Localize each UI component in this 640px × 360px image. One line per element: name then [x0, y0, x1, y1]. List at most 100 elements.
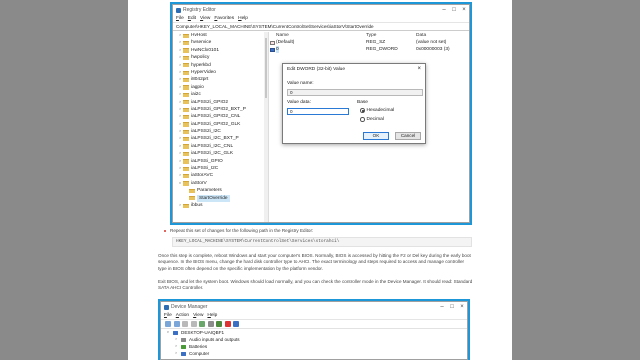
update-driver-icon[interactable]: [216, 321, 222, 327]
forward-icon[interactable]: [173, 321, 180, 327]
dm-menu-bar: File Action View Help: [161, 312, 467, 320]
tree-key[interactable]: > HvHost: [173, 32, 268, 39]
back-icon[interactable]: [165, 321, 171, 327]
value-name: 0: [276, 46, 279, 53]
add-device-icon[interactable]: [233, 321, 239, 327]
tree-key[interactable]: > iai2c: [173, 91, 268, 98]
dialog-close-icon[interactable]: ×: [417, 64, 421, 75]
tree-key[interactable]: > hyperkbd: [173, 62, 268, 69]
cancel-button[interactable]: Cancel: [395, 132, 421, 140]
tree-key[interactable]: Parameters: [173, 187, 268, 194]
menu-help[interactable]: Help: [238, 16, 248, 21]
menu-file[interactable]: File: [164, 313, 172, 318]
folder-icon: [183, 100, 189, 105]
device-node[interactable]: v DESKTOP-UAIQBF1: [167, 329, 467, 336]
tree-key[interactable]: > HwNClx0101: [173, 47, 268, 54]
folder-icon: [183, 129, 189, 134]
hexadecimal-label: Hexadecimal: [366, 108, 395, 113]
close-icon[interactable]: ×: [457, 302, 467, 312]
uninstall-icon[interactable]: [224, 321, 231, 327]
device-manager-icon: [164, 304, 169, 310]
tree-key-label: iaLPSS2i_I2C_CNL: [191, 143, 234, 149]
tree-key[interactable]: > iaLPSS2i_GPIO2_BXT_P: [173, 106, 268, 113]
tree-key[interactable]: > iaLPSS2i_I2C_CNL: [173, 143, 268, 150]
folder-icon: [183, 107, 189, 112]
menu-file[interactable]: File: [176, 16, 184, 21]
tree-key[interactable]: > hwpolicy: [173, 54, 268, 61]
tree-key[interactable]: v iaStorV: [173, 180, 268, 187]
value-data-field[interactable]: 0: [287, 108, 349, 115]
tree-key-label: Parameters: [197, 188, 222, 194]
hexadecimal-radio[interactable]: Hexadecimal: [360, 108, 394, 113]
dialog-title: Edit DWORD (32-bit) Value: [287, 67, 346, 72]
tree-key[interactable]: > i8042prt: [173, 76, 268, 83]
bullet-item: Repeat this set of changes for the follo…: [164, 228, 464, 234]
tree-key-label: HvHost: [191, 33, 207, 38]
decimal-label: Decimal: [366, 117, 384, 122]
paragraph-exit-bios: Exit BIOS, and let the system boot. Wind…: [158, 279, 473, 291]
device-node[interactable]: > Computer: [167, 350, 467, 357]
tree-key[interactable]: > iaLPSS2i_I2C_GLK: [173, 150, 268, 157]
tree-key[interactable]: > hvservice: [173, 39, 268, 46]
tree-key[interactable]: > iaLPSS2i_GPIO2: [173, 99, 268, 106]
folder-icon: [183, 137, 189, 142]
registry-app-icon: [176, 7, 181, 13]
folder-icon: [183, 144, 189, 149]
minimize-icon[interactable]: –: [437, 302, 447, 312]
properties-icon[interactable]: [182, 321, 188, 327]
monitor-icon[interactable]: [207, 321, 214, 327]
column-name[interactable]: Name: [276, 32, 289, 39]
decimal-radio[interactable]: Decimal: [360, 117, 384, 122]
ok-button[interactable]: OK: [363, 132, 389, 140]
tree-key[interactable]: > iaLPSS2i_I2C: [173, 128, 268, 135]
column-type[interactable]: Type: [366, 32, 376, 39]
tree-key[interactable]: > ibbus: [173, 202, 268, 209]
folder-icon: [183, 40, 189, 46]
menu-edit[interactable]: Edit: [188, 16, 196, 21]
minimize-icon[interactable]: –: [439, 5, 449, 15]
tree-key[interactable]: > iagpio: [173, 84, 268, 91]
code-path: HKEY_LOCAL_MACHINE\SYSTEM\CurrentControl…: [172, 237, 472, 247]
tree-key[interactable]: > iaLPSS2i_I2C_BXT_P: [173, 135, 268, 142]
tree-key[interactable]: > HyperVideo: [173, 69, 268, 76]
values-header: Name Type Data: [270, 32, 469, 39]
tree-key[interactable]: > iaLPSS2i_GPIO2_GLK: [173, 121, 268, 128]
address-bar[interactable]: Computer\HKEY_LOCAL_MACHINE\SYSTEM\Curre…: [173, 23, 469, 31]
dialog-title-bar: Edit DWORD (32-bit) Value ×: [283, 64, 425, 75]
device-tree: v DESKTOP-UAIQBF1 > Audio inputs and output…: [161, 329, 467, 357]
device-manager-frame: Device Manager – □ × File Action View He…: [158, 299, 470, 360]
folder-icon: [183, 203, 189, 208]
menu-help[interactable]: Help: [207, 313, 217, 318]
menu-action[interactable]: Action: [176, 313, 189, 318]
folder-icon: [189, 188, 195, 194]
tree-scrollbar[interactable]: [264, 32, 268, 222]
column-data[interactable]: Data: [416, 32, 426, 39]
tree-key[interactable]: > iaLPSS2i_GPIO2_CNL: [173, 113, 268, 120]
menu-favorites[interactable]: Favorites: [214, 16, 234, 21]
tree-key-label: hwpolicy: [191, 55, 210, 61]
menu-view[interactable]: View: [193, 313, 203, 318]
folder-icon: [183, 122, 189, 127]
value-name-field[interactable]: 0: [287, 89, 423, 96]
value-row-default[interactable]: (Default) REG_SZ (value not set): [270, 39, 469, 46]
tree-key-label: iaLPSS2i_GPIO2_GLK: [191, 121, 241, 127]
value-data: 0x00000003 (3): [416, 47, 450, 52]
tree-key[interactable]: > iaLPSSi_GPIO: [173, 158, 268, 165]
value-name-label: Value name:: [287, 81, 314, 86]
maximize-icon[interactable]: □: [449, 5, 459, 15]
value-row-0[interactable]: 0 REG_DWORD 0x00000003 (3): [270, 46, 469, 53]
registry-title-bar: Registry Editor – □ ×: [173, 5, 469, 15]
close-icon[interactable]: ×: [459, 5, 469, 15]
edit-dword-dialog: Edit DWORD (32-bit) Value × Value name: …: [282, 63, 426, 144]
tree-key[interactable]: StartOverride: [173, 194, 268, 202]
folder-icon: [183, 55, 189, 61]
folder-icon: [183, 77, 189, 83]
device-node[interactable]: > Audio inputs and outputs: [167, 336, 467, 343]
tree-key[interactable]: > iaLPSSi_I2C: [173, 165, 268, 172]
scan-hardware-icon[interactable]: [199, 321, 205, 327]
maximize-icon[interactable]: □: [447, 302, 457, 312]
help-icon[interactable]: [190, 321, 197, 327]
menu-view[interactable]: View: [200, 16, 210, 21]
tree-key[interactable]: > iaStorAVC: [173, 172, 268, 179]
device-node[interactable]: > Batteries: [167, 343, 467, 350]
